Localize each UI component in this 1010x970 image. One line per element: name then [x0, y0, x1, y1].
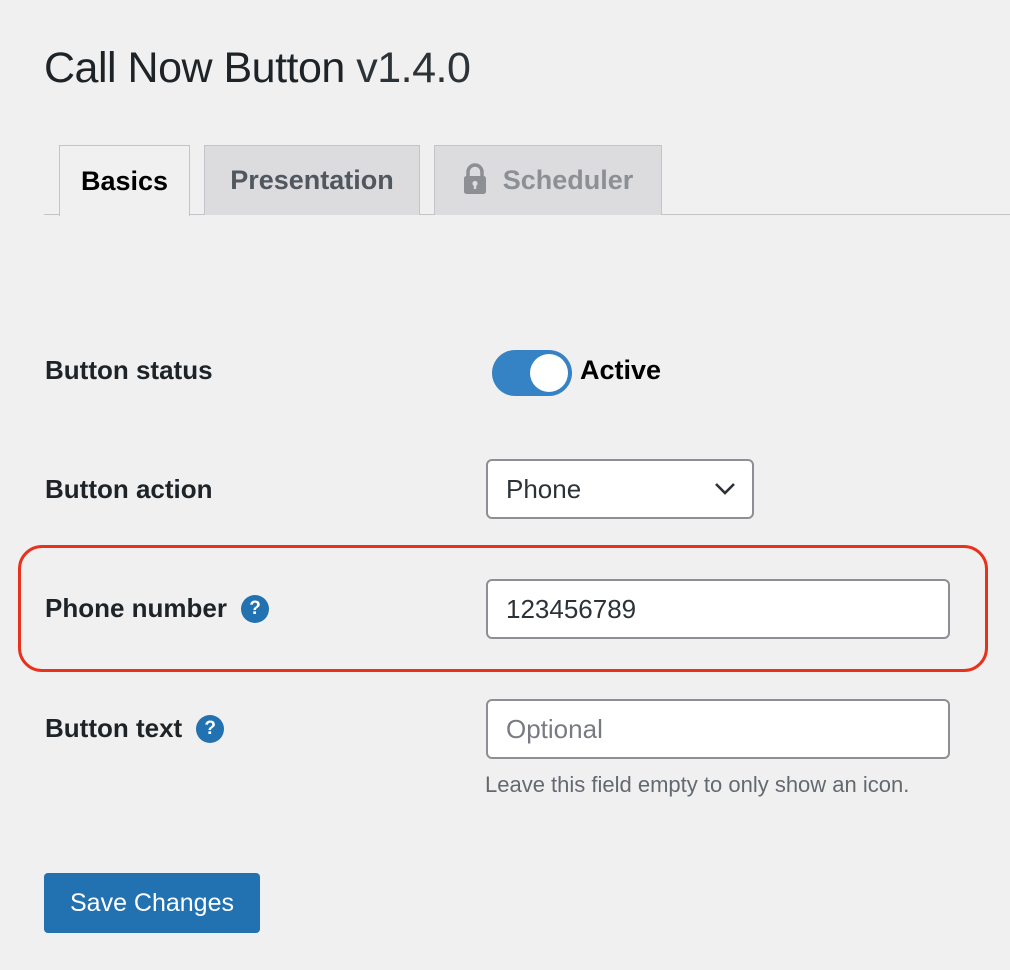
save-changes-label: Save Changes	[69, 888, 234, 917]
page-title: Call Now Button v1.4.0	[44, 44, 471, 93]
button-text-label-text: Button text	[45, 713, 183, 743]
button-status-toggle[interactable]	[492, 350, 572, 396]
button-action-label: Button action	[45, 474, 213, 505]
phone-number-label-text: Phone number	[45, 593, 228, 623]
tab-presentation[interactable]: Presentation	[204, 145, 420, 215]
toggle-state-label: Active	[580, 355, 662, 385]
plugin-version: v1.4.0	[356, 44, 471, 92]
lock-icon	[463, 162, 486, 194]
button-action-label-text: Button action	[45, 474, 213, 504]
tab-basics[interactable]: Basics	[59, 145, 190, 216]
toggle-knob	[530, 354, 568, 392]
button-text-input[interactable]: Optional	[486, 699, 950, 759]
phone-number-value: 123456789	[506, 593, 637, 624]
button-status-label-text: Button status	[45, 355, 213, 385]
tab-scheduler[interactable]: Scheduler	[434, 145, 662, 215]
button-text-placeholder: Optional	[506, 713, 603, 744]
save-changes-button[interactable]: Save Changes	[44, 873, 260, 933]
tab-basics-label: Basics	[80, 165, 169, 196]
phone-number-label: Phone number ?	[45, 593, 270, 624]
button-text-description: Leave this field empty to only show an i…	[485, 772, 910, 797]
button-action-selected: Phone	[506, 473, 582, 504]
button-action-select[interactable]: Phone	[486, 459, 754, 519]
button-text-label: Button text ?	[45, 713, 225, 744]
help-icon[interactable]: ?	[241, 594, 270, 623]
tab-presentation-label: Presentation	[230, 165, 394, 195]
chevron-down-icon	[715, 483, 735, 495]
plugin-name: Call Now Button	[44, 44, 345, 92]
phone-number-input[interactable]: 123456789	[486, 579, 950, 639]
help-icon[interactable]: ?	[196, 714, 225, 743]
tab-scheduler-label: Scheduler	[502, 165, 634, 195]
button-status-label: Button status	[45, 355, 213, 386]
